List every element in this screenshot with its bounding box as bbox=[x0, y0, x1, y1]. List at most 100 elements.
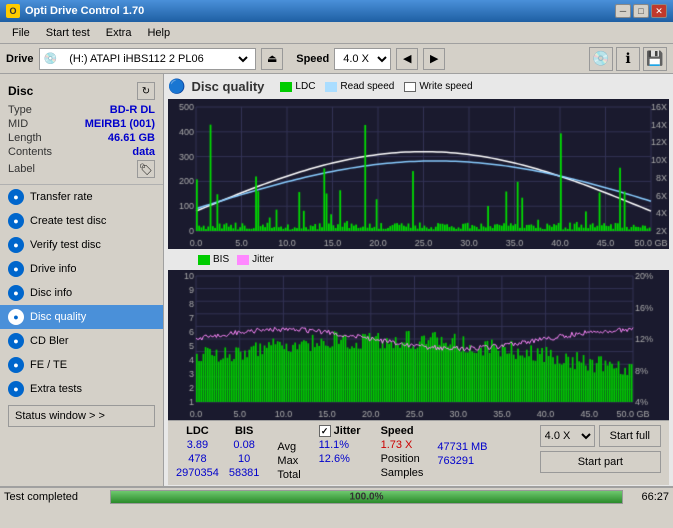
drive-toolbar: Drive 💿 (H:) ATAPI iHBS112 2 PL06 ⏏ Spee… bbox=[0, 44, 673, 74]
menu-file[interactable]: File bbox=[4, 25, 38, 41]
nav-icon-transfer-rate: ● bbox=[8, 189, 24, 205]
mid-label: MID bbox=[8, 118, 28, 130]
start-part-button[interactable]: Start part bbox=[540, 451, 661, 473]
ldc-chart bbox=[168, 99, 669, 249]
chart-legend: LDC Read speed Write speed bbox=[280, 81, 472, 92]
nav-label-disc-quality: Disc quality bbox=[30, 311, 86, 323]
maximize-button[interactable]: □ bbox=[633, 4, 649, 18]
start-full-button[interactable]: Start full bbox=[599, 425, 661, 447]
nav-icon-verify-test-disc: ● bbox=[8, 237, 24, 253]
nav-list: ●Transfer rate●Create test disc●Verify t… bbox=[0, 185, 163, 401]
ldc-total-value: 2970354 bbox=[176, 467, 219, 479]
total-row-label: Total bbox=[277, 469, 300, 481]
speed-stats-col: Speed 1.73 X Position Samples bbox=[381, 425, 424, 479]
bis-legend-color bbox=[198, 255, 210, 265]
minimize-button[interactable]: ─ bbox=[615, 4, 631, 18]
jitter-avg-value: 11.1% bbox=[319, 439, 361, 451]
jitter-header-label: Jitter bbox=[334, 425, 361, 437]
menu-bar: File Start test Extra Help bbox=[0, 22, 673, 44]
status-window-button[interactable]: Status window > > bbox=[8, 405, 155, 427]
sidebar-item-extra-tests[interactable]: ● Extra tests bbox=[0, 377, 163, 401]
status-bar: Test completed 100.0% 66:27 bbox=[0, 486, 673, 506]
save-icon-button[interactable]: 💾 bbox=[643, 47, 667, 71]
progress-text: 100.0% bbox=[350, 492, 384, 503]
status-text: Test completed bbox=[4, 491, 104, 503]
menu-start-test[interactable]: Start test bbox=[38, 25, 98, 41]
app-title: Opti Drive Control 1.70 bbox=[25, 5, 144, 17]
speed-stats-header: Speed bbox=[381, 425, 424, 437]
sidebar-item-fe-te[interactable]: ●FE / TE bbox=[0, 353, 163, 377]
jitter-stats-col: ✓ Jitter 11.1% 12.6% bbox=[319, 425, 361, 467]
bis-total-value: 58381 bbox=[229, 467, 260, 479]
chart-title-icon: 🔵 bbox=[168, 78, 185, 95]
sidebar-item-drive-info[interactable]: ●Drive info bbox=[0, 257, 163, 281]
chart-area: 🔵 Disc quality LDC Read speed Write spee… bbox=[164, 74, 673, 486]
start-speed-select[interactable]: 4.0 X bbox=[540, 425, 595, 447]
bis-max-value: 10 bbox=[229, 453, 260, 465]
jitter-legend-label: Jitter bbox=[252, 254, 274, 265]
drive-select[interactable]: (H:) ATAPI iHBS112 2 PL06 bbox=[61, 48, 251, 70]
sidebar-item-cd-bler[interactable]: ● CD Bler bbox=[0, 329, 163, 353]
speed-prev-button[interactable]: ◀ bbox=[396, 48, 418, 70]
read-speed-legend-label: Read speed bbox=[340, 81, 394, 92]
sidebar-item-transfer-rate[interactable]: ●Transfer rate bbox=[0, 185, 163, 209]
time-text: 66:27 bbox=[629, 491, 669, 503]
type-value: BD-R DL bbox=[110, 104, 155, 116]
write-speed-legend-label: Write speed bbox=[419, 81, 472, 92]
ldc-avg-value: 3.89 bbox=[176, 439, 219, 451]
contents-label: Contents bbox=[8, 146, 52, 158]
disc-section: Disc ↻ Type BD-R DL MID MEIRB1 (001) Len… bbox=[0, 78, 163, 185]
avg-row-label: Avg bbox=[277, 441, 300, 453]
bis-legend-label: BIS bbox=[213, 254, 229, 265]
menu-help[interactable]: Help bbox=[139, 25, 178, 41]
jitter-legend-color bbox=[237, 255, 249, 265]
progress-bar-container: 100.0% bbox=[110, 490, 623, 504]
status-window-label: Status window > > bbox=[15, 410, 105, 422]
app-icon: O bbox=[6, 4, 20, 18]
sidebar-item-verify-test-disc[interactable]: ●Verify test disc bbox=[0, 233, 163, 257]
nav-icon-create-test-disc: ● bbox=[8, 213, 24, 229]
label-icon-button[interactable]: 🏷 bbox=[137, 160, 155, 178]
sidebar-item-disc-quality[interactable]: ● Disc quality bbox=[0, 305, 163, 329]
disc-title: Disc bbox=[8, 84, 33, 98]
menu-extra[interactable]: Extra bbox=[98, 25, 140, 41]
bis-stats-header: BIS bbox=[229, 425, 260, 437]
type-label: Type bbox=[8, 104, 32, 116]
speed-select[interactable]: 4.0 X bbox=[335, 48, 390, 70]
nav-label-disc-info: Disc info bbox=[30, 287, 72, 299]
row-labels-col: Avg Max Total bbox=[277, 425, 300, 481]
nav-label-create-test-disc: Create test disc bbox=[30, 215, 106, 227]
bis-chart-wrapper bbox=[168, 270, 669, 420]
eject-button[interactable]: ⏏ bbox=[261, 48, 283, 70]
jitter-max-value: 12.6% bbox=[319, 453, 361, 465]
max-row-label: Max bbox=[277, 455, 300, 467]
samples-value: 763291 bbox=[437, 455, 487, 467]
info-icon-button[interactable]: ℹ bbox=[616, 47, 640, 71]
nav-label-extra-tests: Extra tests bbox=[30, 383, 82, 395]
disc-icon-button[interactable]: 💿 bbox=[589, 47, 613, 71]
ldc-max-value: 478 bbox=[176, 453, 219, 465]
main-content: Disc ↻ Type BD-R DL MID MEIRB1 (001) Len… bbox=[0, 74, 673, 486]
nav-icon-disc-quality: ● bbox=[8, 309, 24, 325]
sidebar-item-disc-info[interactable]: ●Disc info bbox=[0, 281, 163, 305]
ldc-chart-wrapper bbox=[168, 99, 669, 249]
position-values-col: 47731 MB 763291 bbox=[437, 425, 487, 467]
bis-chart bbox=[168, 270, 669, 420]
chart-title-bar: 🔵 Disc quality LDC Read speed Write spee… bbox=[168, 78, 669, 95]
title-bar: O Opti Drive Control 1.70 ─ □ ✕ bbox=[0, 0, 673, 22]
nav-icon-extra-tests: ● bbox=[8, 381, 24, 397]
position-label: Position bbox=[381, 453, 424, 465]
write-speed-legend-color bbox=[404, 82, 416, 92]
bis-avg-value: 0.08 bbox=[229, 439, 260, 451]
speed-next-button[interactable]: ▶ bbox=[423, 48, 445, 70]
nav-icon-cd-bler: ● bbox=[8, 333, 24, 349]
nav-label-cd-bler: CD Bler bbox=[30, 335, 69, 347]
close-button[interactable]: ✕ bbox=[651, 4, 667, 18]
disc-refresh-button[interactable]: ↻ bbox=[137, 82, 155, 100]
sidebar-item-create-test-disc[interactable]: ● Create test disc bbox=[0, 209, 163, 233]
bis-stats-col: BIS 0.08 10 58381 bbox=[229, 425, 260, 479]
speed-stats-value: 1.73 X bbox=[381, 439, 424, 451]
read-speed-legend-color bbox=[325, 82, 337, 92]
jitter-checkbox[interactable]: ✓ bbox=[319, 425, 331, 437]
mid-value: MEIRB1 (001) bbox=[85, 118, 155, 130]
